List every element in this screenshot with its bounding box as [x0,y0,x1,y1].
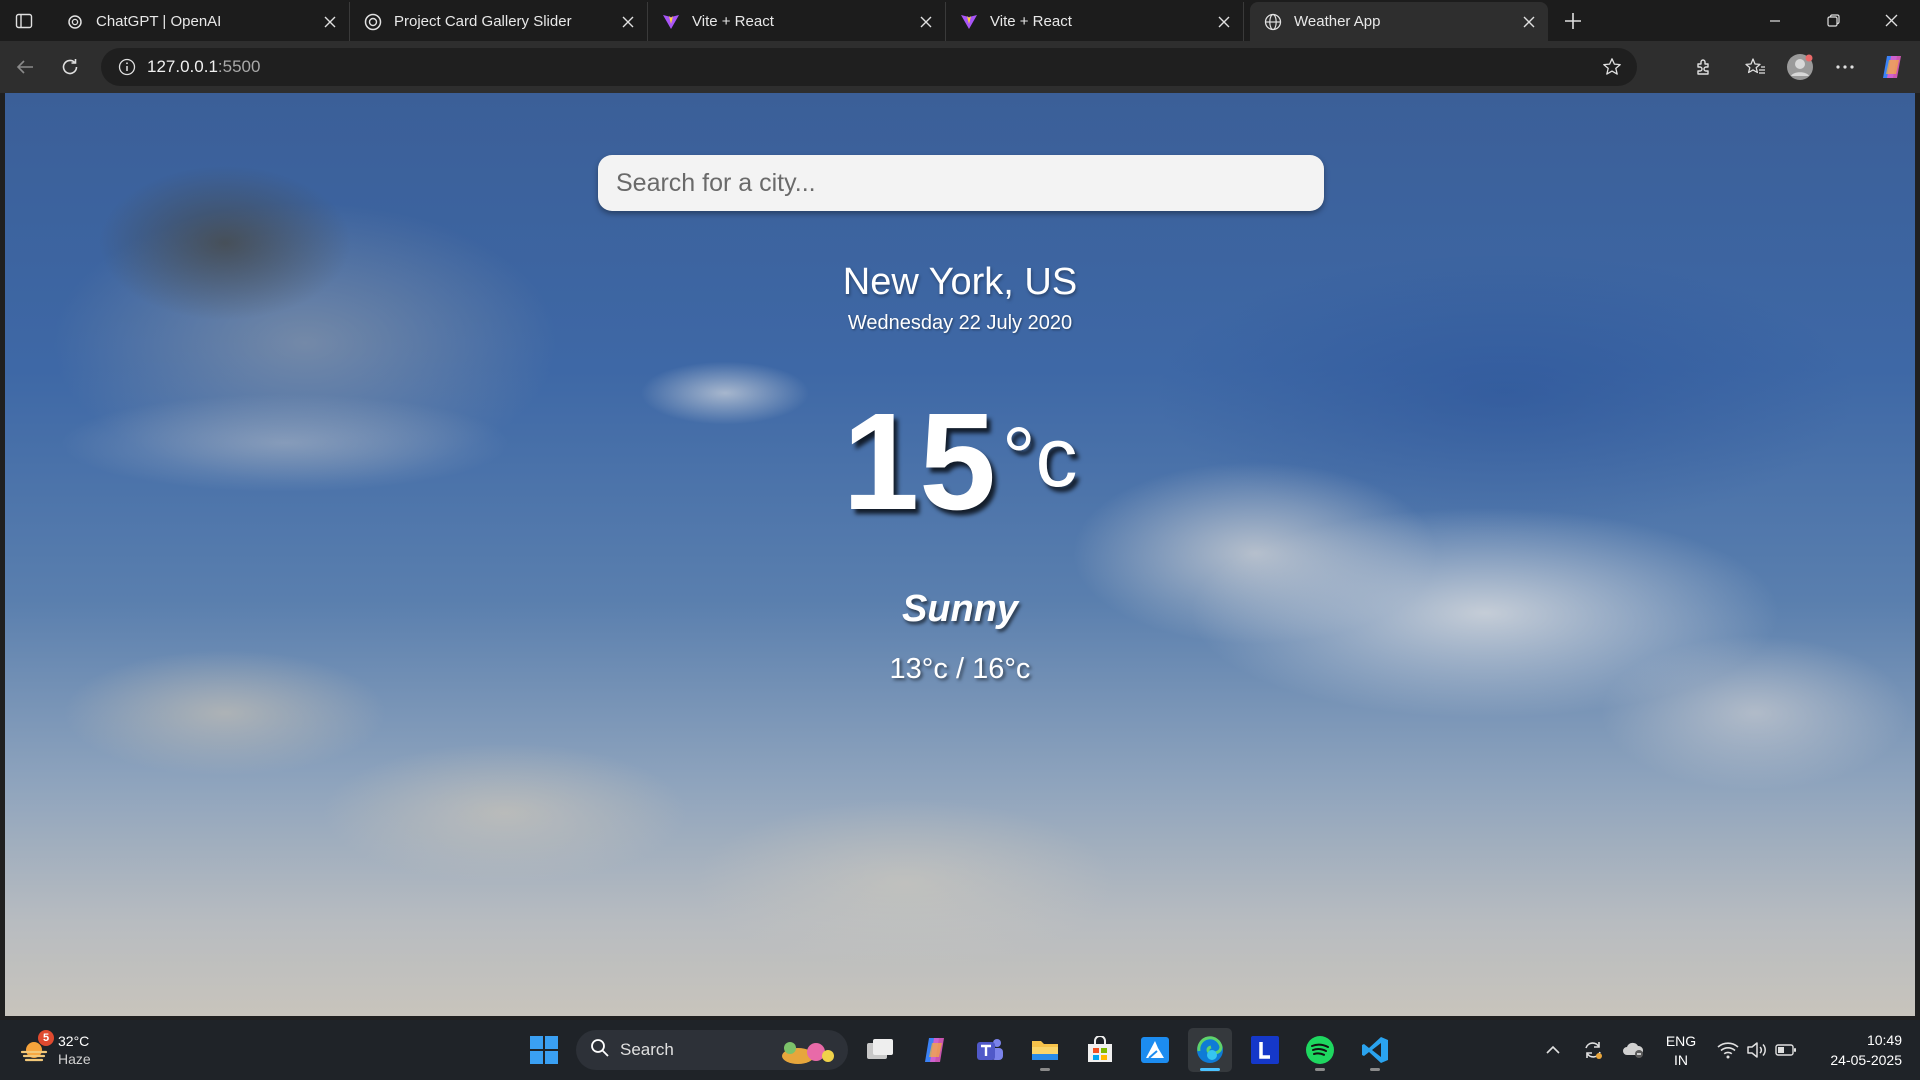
volume-icon[interactable] [1744,1030,1770,1070]
windows-taskbar: 5 32°C Haze Search ENG IN 10:49 24-05-20… [0,1020,1920,1080]
extensions-icon[interactable] [1688,51,1720,83]
running-indicator [1315,1068,1325,1071]
clock-time: 10:49 [1866,1032,1902,1048]
sync-icon[interactable] [1580,1030,1606,1070]
search-label: Search [620,1040,674,1059]
taskbar-search[interactable]: Search [576,1030,848,1070]
weather-condition-label: Haze [58,1051,91,1067]
vscode-icon[interactable] [1353,1028,1397,1072]
close-icon[interactable] [1209,7,1239,37]
task-view-button[interactable] [858,1028,902,1072]
tab-title: Project Card Gallery Slider [394,13,572,30]
close-icon[interactable] [1514,7,1544,37]
restore-icon[interactable] [1804,0,1862,41]
current-date: Wednesday 22 July 2020 [847,312,1073,334]
copilot-app-icon[interactable] [913,1028,957,1072]
tab-title: Vite + React [692,13,774,30]
minimize-icon[interactable] [1746,0,1804,41]
language-indicator[interactable]: ENG IN [1664,1032,1698,1070]
back-arrow-icon[interactable] [9,51,41,83]
tab-project-card-gallery[interactable]: Project Card Gallery Slider [350,2,648,41]
globe-icon [1264,13,1282,31]
copilot-icon[interactable] [1876,51,1908,83]
tab-weather-app[interactable]: Weather App [1250,2,1548,41]
city-name: New York, US [842,261,1078,303]
search-highlight-icon [776,1034,840,1066]
wifi-icon[interactable] [1715,1030,1741,1070]
favorite-star-icon[interactable] [1597,52,1627,82]
url-host: 127.0.0.1 [147,57,218,76]
temperature-value: 15 [842,385,996,539]
favorites-icon[interactable] [1739,51,1771,83]
new-tab-icon[interactable] [1558,6,1588,36]
running-indicator [1040,1068,1050,1071]
weather-condition: Sunny [901,588,1019,630]
vite-icon [662,13,680,31]
sidebar-toggle-icon[interactable] [12,9,36,33]
openai-icon [66,13,84,31]
start-button[interactable] [522,1028,566,1072]
tab-title: Vite + React [990,13,1072,30]
browser-toolbar: 127.0.0.1:5500 [0,41,1920,93]
teams-icon[interactable] [968,1028,1012,1072]
search-icon [590,1038,610,1063]
battery-icon[interactable] [1773,1030,1799,1070]
language-code: ENG [1665,1033,1697,1049]
weather-temperature: 32°C [58,1033,90,1049]
show-hidden-icons-chevron-icon[interactable] [1540,1030,1566,1070]
openai-icon [364,13,382,31]
url-text: 127.0.0.1:5500 [147,57,260,77]
address-bar[interactable]: 127.0.0.1:5500 [101,48,1637,86]
more-options-icon[interactable] [1829,51,1861,83]
spotify-icon[interactable] [1298,1028,1342,1072]
refresh-icon[interactable] [54,51,86,83]
temperature-unit: °c [1001,410,1078,504]
site-info-icon[interactable] [107,48,147,86]
tab-title: Weather App [1294,13,1381,30]
clock-date: 24-05-2025 [1830,1052,1902,1068]
weather-widget[interactable]: 5 32°C Haze [18,1028,138,1072]
active-indicator [1200,1068,1220,1071]
url-port: :5500 [217,57,261,76]
close-icon[interactable] [315,7,345,37]
close-icon[interactable] [911,7,941,37]
microsoft-store-icon[interactable] [1078,1028,1122,1072]
tab-chatgpt[interactable]: ChatGPT | OpenAI [52,2,350,41]
edge-browser-icon[interactable] [1188,1028,1232,1072]
system-clock[interactable]: 10:49 24-05-2025 [1812,1030,1902,1070]
azure-app-icon[interactable] [1133,1028,1177,1072]
running-indicator [1370,1068,1380,1071]
tab-vite-react-1[interactable]: Vite + React [648,2,946,41]
onedrive-status-icon[interactable] [1620,1030,1646,1070]
haze-sun-icon: 5 [18,1030,54,1066]
region-code: IN [1674,1052,1688,1068]
tab-vite-react-2[interactable]: Vite + React [946,2,1244,41]
weather-badge: 5 [38,1030,54,1046]
file-explorer-icon[interactable] [1023,1028,1067,1072]
l-app-icon[interactable] [1243,1028,1287,1072]
tab-strip: ChatGPT | OpenAI Project Card Gallery Sl… [0,0,1920,41]
close-icon[interactable] [613,7,643,37]
city-search-input[interactable] [598,155,1324,211]
current-temperature: 15°c [5,393,1915,531]
weather-app-page: New York, US Wednesday 22 July 2020 15°c… [5,93,1915,1016]
vite-icon [960,13,978,31]
close-window-icon[interactable] [1862,0,1920,41]
profile-avatar-icon[interactable] [1784,51,1816,83]
temperature-range: 13°c / 16°c [889,653,1031,685]
tab-title: ChatGPT | OpenAI [96,13,222,30]
